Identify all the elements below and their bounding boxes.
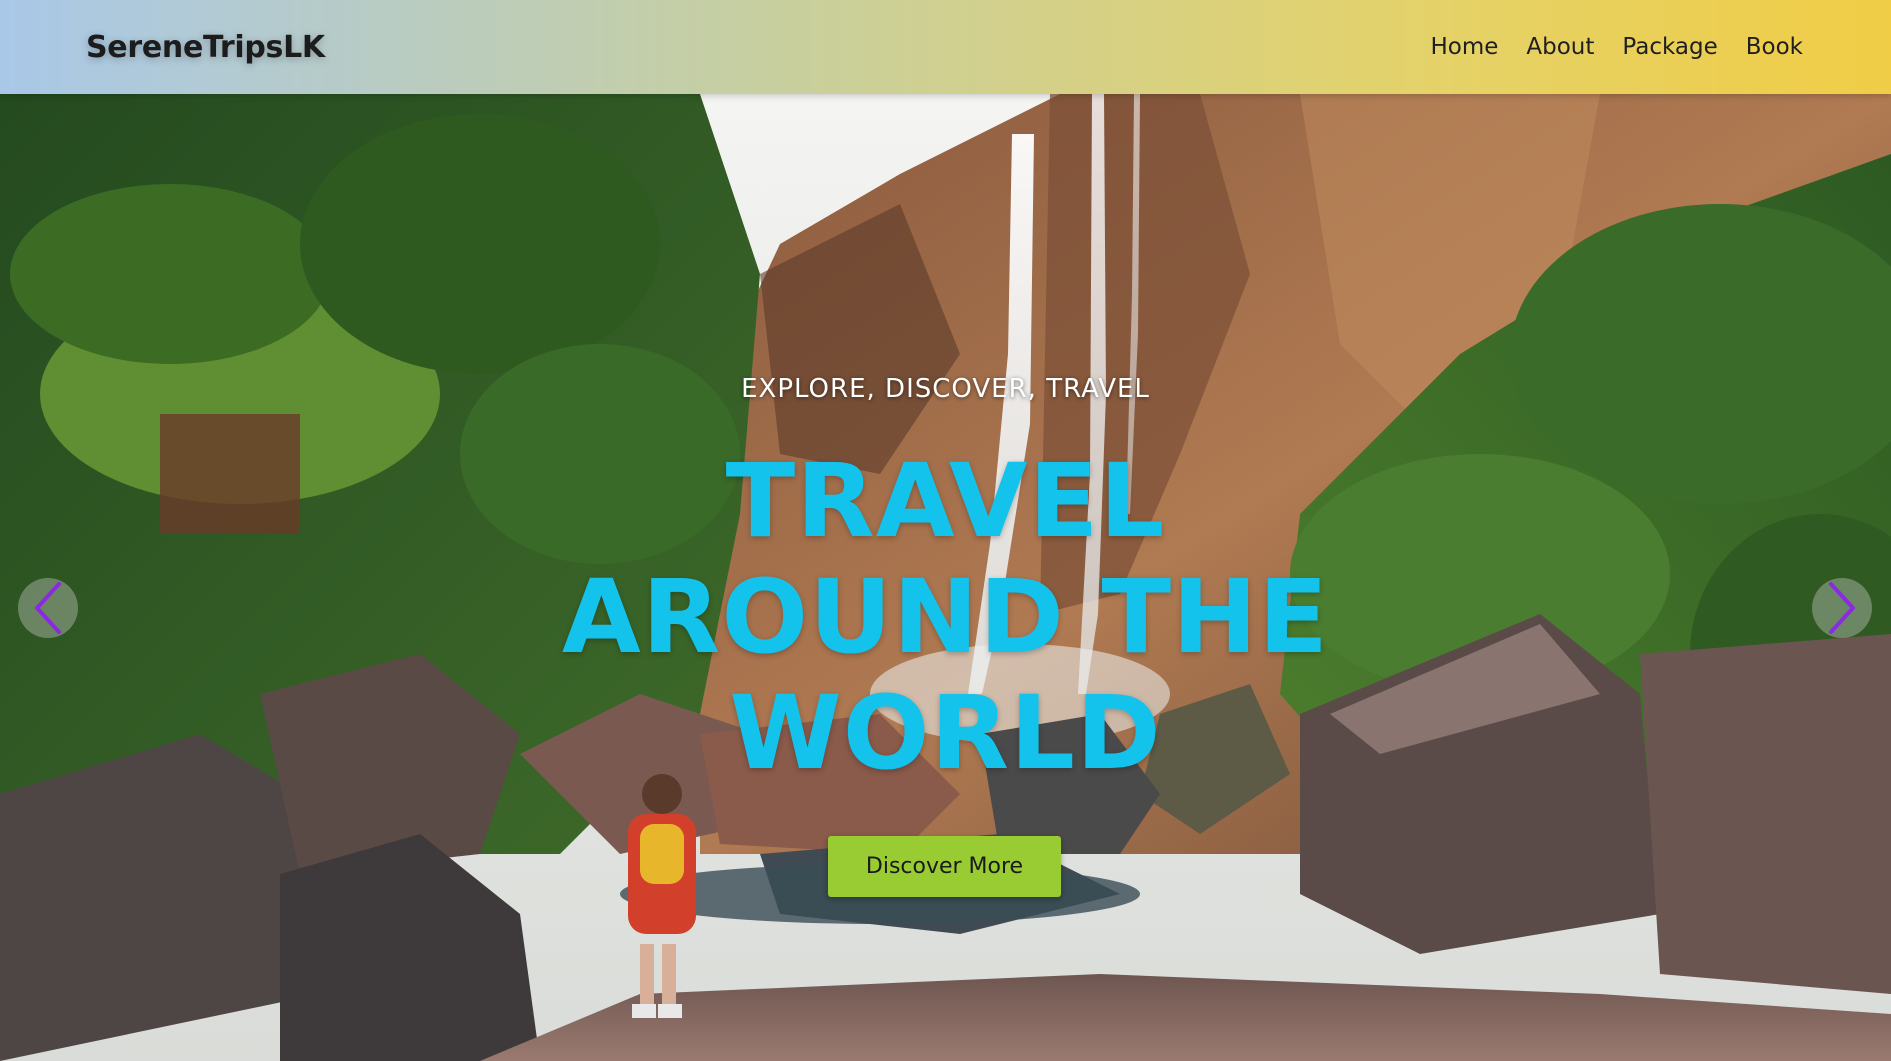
headline-line: TRAVEL [725,442,1166,561]
headline-line: WORLD [729,674,1162,793]
hero-headline: TRAVEL AROUND THE WORLD [0,444,1891,792]
nav-link-package[interactable]: Package [1622,34,1717,60]
carousel-prev-button[interactable] [18,578,78,638]
hero-content: EXPLORE, DISCOVER, TRAVEL TRAVEL AROUND … [0,94,1891,1061]
nav-links: Home About Package Book [1430,34,1803,60]
hero-eyebrow: EXPLORE, DISCOVER, TRAVEL [741,374,1150,404]
carousel-next-button[interactable] [1812,578,1872,638]
headline-line: AROUND THE [561,558,1330,677]
nav-link-book[interactable]: Book [1746,34,1803,60]
nav-link-about[interactable]: About [1526,34,1594,60]
chevron-right-icon [1829,582,1855,634]
navbar: SereneTripsLK Home About Package Book [0,0,1891,94]
chevron-left-icon [35,582,61,634]
hero-section: EXPLORE, DISCOVER, TRAVEL TRAVEL AROUND … [0,94,1891,1061]
nav-link-home[interactable]: Home [1430,34,1498,60]
discover-more-button[interactable]: Discover More [828,836,1061,897]
brand-logo[interactable]: SereneTripsLK [86,30,325,65]
